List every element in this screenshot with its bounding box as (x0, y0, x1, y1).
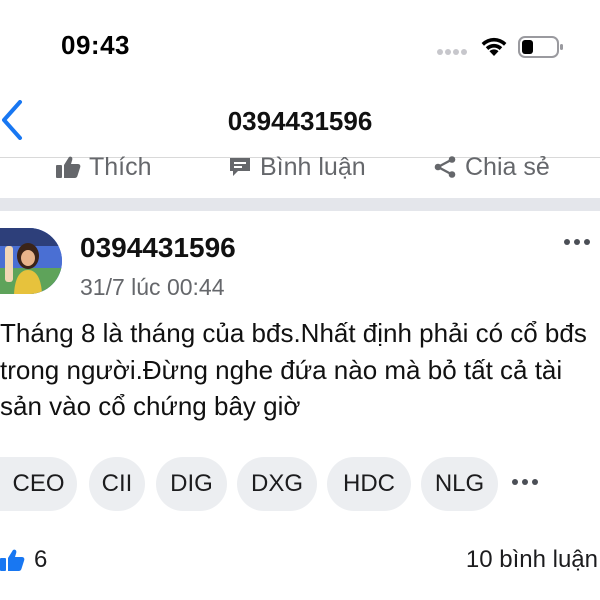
post-action-row: Thích Bình luận Chia sẻ (0, 150, 600, 184)
stock-tag[interactable]: HDC (327, 457, 411, 511)
comment-count[interactable]: 10 bình luận (466, 546, 598, 574)
thumbs-up-icon (56, 156, 81, 178)
status-time: 09:43 (61, 30, 130, 60)
post-stats: 6 10 bình luận (0, 540, 600, 580)
comment-button-label: Bình luận (260, 152, 366, 181)
navigation-bar: 0394431596 (0, 92, 600, 150)
more-tags-icon[interactable] (512, 479, 542, 487)
stock-tag[interactable]: CEO (0, 457, 77, 511)
feed-divider (0, 198, 600, 211)
share-button-label: Chia sẻ (465, 152, 550, 181)
avatar[interactable] (0, 228, 62, 294)
avatar-image (0, 228, 62, 294)
stock-tag[interactable]: NLG (421, 457, 498, 511)
share-button[interactable]: Chia sẻ (433, 150, 550, 184)
more-options-icon[interactable] (564, 239, 594, 249)
stock-tag-list: CEO CII DIG DXG HDC NLG (0, 457, 600, 511)
like-button-label: Thích (89, 152, 152, 181)
battery-icon (518, 36, 563, 58)
thumbs-up-icon (0, 549, 25, 571)
share-icon (434, 156, 456, 178)
post-timestamp: 31/7 lúc 00:44 (80, 274, 225, 300)
comment-bubble-icon (230, 158, 250, 176)
like-count: 6 (34, 546, 48, 573)
like-button[interactable]: Thích (55, 150, 152, 184)
stock-tag[interactable]: DIG (156, 457, 227, 511)
cellular-signal-icon (437, 49, 467, 55)
post-card: 0394431596 31/7 lúc 00:44 Tháng 8 là thá… (0, 211, 600, 600)
post-body-text: Tháng 8 là tháng của bđs.Nhất định phải … (0, 318, 587, 421)
wifi-icon (481, 37, 507, 56)
stock-tag[interactable]: CII (89, 457, 145, 511)
status-bar: 09:43 (0, 0, 600, 90)
reaction-summary[interactable]: 6 (0, 540, 47, 580)
page-title: 0394431596 (227, 106, 373, 136)
stock-tag[interactable]: DXG (237, 457, 317, 511)
author-name[interactable]: 0394431596 (80, 232, 236, 264)
comment-button[interactable]: Bình luận (228, 150, 366, 184)
